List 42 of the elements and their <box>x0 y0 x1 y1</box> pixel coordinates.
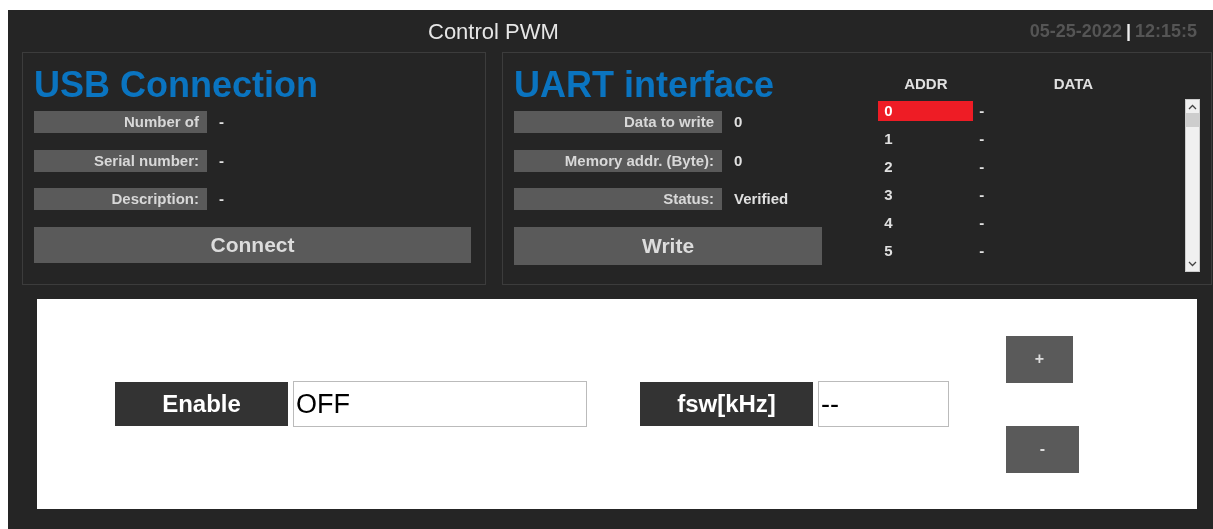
field-label: Data to write <box>514 111 722 134</box>
panel-title: USB Connection <box>34 63 319 107</box>
field-value: Verified <box>734 189 789 209</box>
field-value: - <box>219 189 224 209</box>
increase-button[interactable]: + <box>1006 335 1073 383</box>
field-value: - <box>219 112 224 132</box>
fsw-field[interactable]: -- <box>818 381 949 427</box>
separator-text: | <box>1125 19 1131 43</box>
data-cell-text: - <box>979 184 985 205</box>
scrollbar[interactable] <box>1185 99 1200 272</box>
field-label: Memory addr. (Byte): <box>514 149 722 172</box>
data-cell-text: - <box>979 156 985 177</box>
address-cell[interactable]: 4 <box>878 213 974 233</box>
data-cell-text: - <box>979 128 985 149</box>
enable-field[interactable]: OFF <box>293 381 587 427</box>
address-cell[interactable]: 0 <box>878 101 974 121</box>
data-cell-text: - <box>979 100 985 121</box>
field-label: Number of <box>34 111 207 134</box>
decrease-button[interactable]: - <box>1006 425 1079 473</box>
column-header: DATA <box>1052 74 1095 94</box>
panel-title: UART interface <box>514 63 776 107</box>
window-title: Control PWM <box>428 17 559 46</box>
field-value: 0 <box>734 112 743 132</box>
column-header: ADDR <box>903 74 949 94</box>
address-cell[interactable]: 3 <box>878 185 974 205</box>
address-cell[interactable]: 1 <box>878 129 974 149</box>
address-cell[interactable]: 2 <box>878 157 974 177</box>
connect-button[interactable]: Connect <box>34 226 471 263</box>
write-button[interactable]: Write <box>514 226 822 265</box>
scroll-down-icon[interactable] <box>1188 261 1197 267</box>
fsw-label: fsw[kHz] <box>640 382 813 426</box>
field-label: Description: <box>34 188 207 211</box>
scroll-thumb[interactable] <box>1186 113 1199 127</box>
field-value: - <box>219 150 224 171</box>
field-value: 0 <box>734 150 743 171</box>
data-cell-text: - <box>979 240 985 261</box>
data-cell-text: - <box>979 212 985 233</box>
field-label: Status: <box>514 188 722 211</box>
field-label: Serial number: <box>34 149 207 172</box>
enable-label: Enable <box>115 382 288 426</box>
scroll-up-icon[interactable] <box>1188 104 1197 110</box>
address-cell[interactable]: 5 <box>878 241 974 261</box>
